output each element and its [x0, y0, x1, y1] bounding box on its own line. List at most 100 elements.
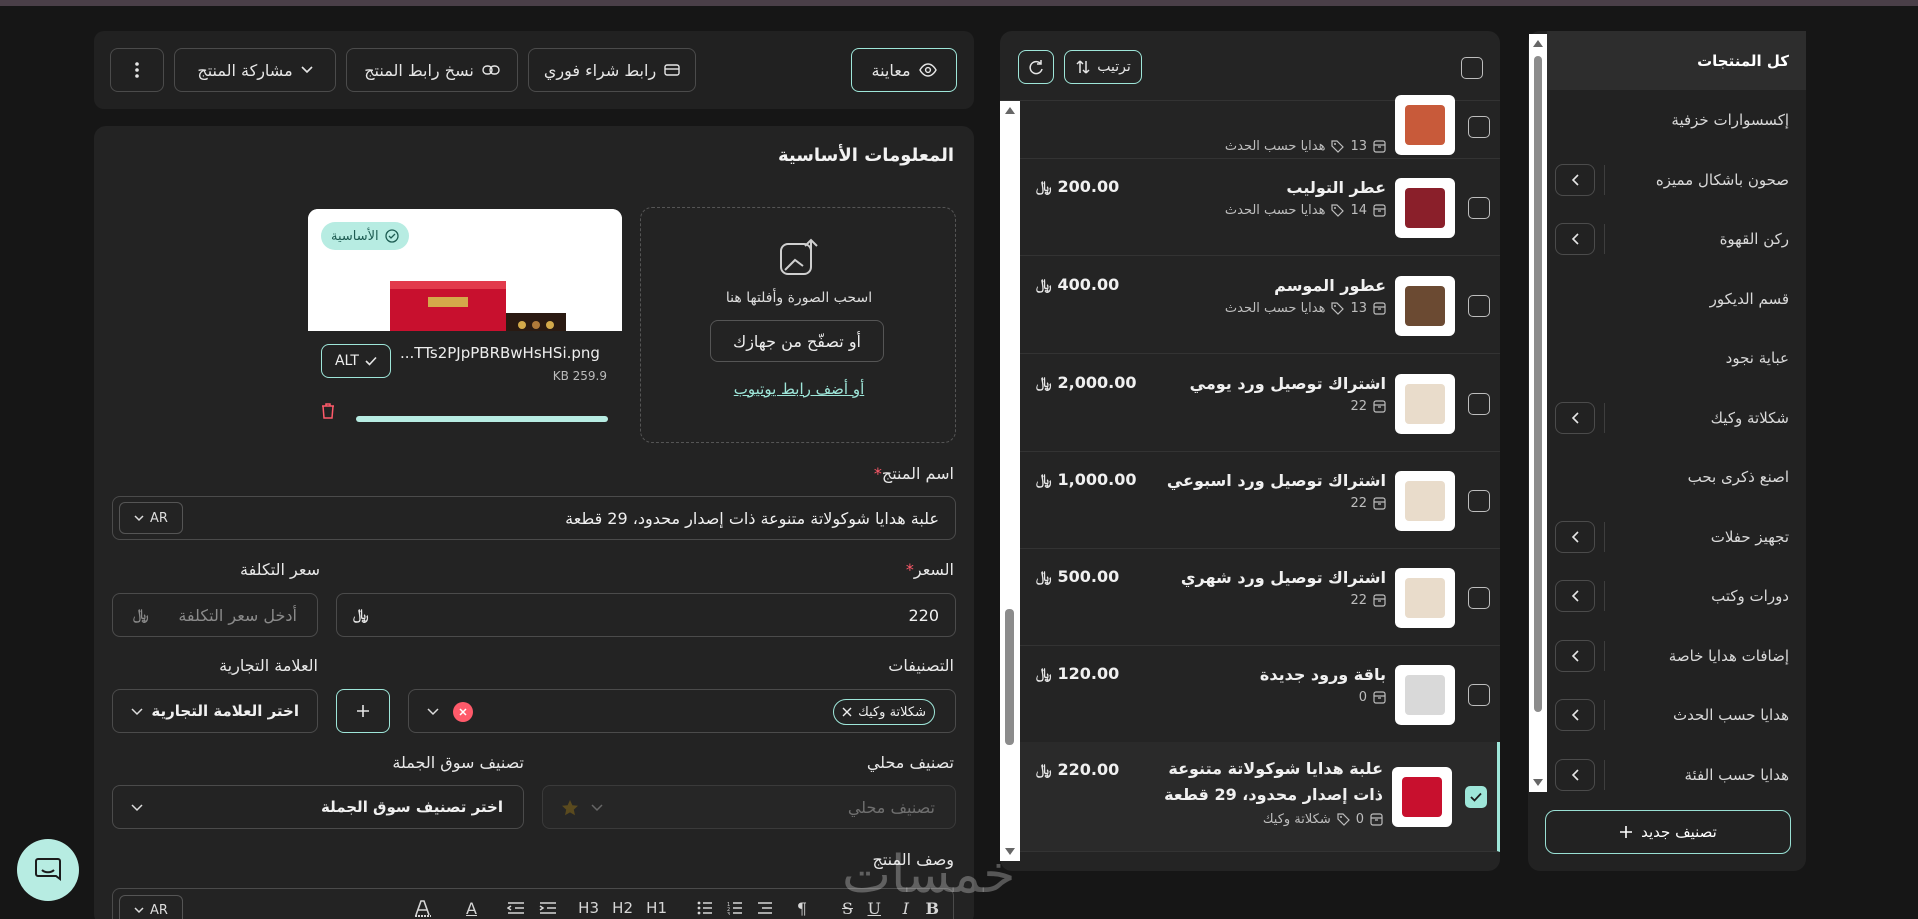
chevron-left-icon [1571, 649, 1579, 662]
support-chat-button[interactable] [17, 839, 79, 901]
product-checkbox[interactable] [1468, 392, 1490, 415]
image-dropzone[interactable]: اسحب الصورة وأفلتها هنا أو تصفّح من جهاز… [640, 207, 956, 443]
sidebar-item-category[interactable]: شكلاتة وكيك [1547, 388, 1806, 447]
select-all-checkbox[interactable] [1461, 57, 1483, 79]
categories-scrollbar[interactable] [1529, 34, 1547, 792]
local-category-select[interactable]: تصنيف محلي [542, 785, 956, 829]
bullet-list-icon[interactable] [697, 901, 713, 915]
scroll-up-arrow[interactable] [1005, 107, 1015, 114]
product-name-input[interactable]: علبة هدايا شوكولاتة متنوعة ذات إصدار محد… [112, 496, 956, 540]
brand-select[interactable]: اختر العلامة التجارية [112, 689, 318, 733]
product-thumbnail-fill [1405, 383, 1445, 424]
sidebar-item-category[interactable]: صحون باشكال مميزه [1547, 150, 1806, 209]
inventory-box-icon [1373, 691, 1386, 704]
sidebar-item-category[interactable]: إكسسوارات خزفية [1547, 91, 1806, 150]
product-quantity: 22 [1350, 593, 1367, 608]
inventory-box-icon [1373, 204, 1386, 217]
wholesale-category-value: اختر تصنيف سوق الجملة [320, 798, 503, 816]
copy-product-link-button[interactable]: نسخ رابط المنتج [346, 48, 518, 92]
product-row[interactable]: اشتراك توصيل ورد اسبوعي 22 ﷼ 1,000.00 [1020, 452, 1500, 549]
wholesale-category-select[interactable]: اختر تصنيف سوق الجملة [112, 785, 524, 829]
product-checkbox[interactable] [1468, 683, 1490, 706]
expand-category-button[interactable] [1555, 758, 1595, 791]
price-input[interactable]: 220 ﷼ [336, 593, 956, 637]
chip-remove-icon[interactable] [842, 707, 852, 717]
tag-icon [1331, 204, 1345, 217]
share-product-dropdown[interactable]: مشاركة المنتج [174, 48, 336, 92]
expand-category-button[interactable] [1555, 639, 1595, 672]
chevron-down-icon [301, 66, 313, 74]
heading-3-button[interactable]: H3 [578, 899, 599, 917]
heading-2-button[interactable]: H2 [612, 899, 633, 917]
product-image-preview[interactable]: الأساسية [308, 209, 622, 331]
sidebar-item-category[interactable]: دورات وكتب [1547, 567, 1806, 626]
trash-icon[interactable] [320, 402, 336, 420]
product-checkbox[interactable] [1468, 196, 1490, 219]
product-price: ﷼ 1,000.00 [1036, 470, 1136, 489]
expand-category-button[interactable] [1555, 580, 1595, 612]
categories-multiselect[interactable]: شكلاتة وكيك [408, 689, 956, 733]
product-checkbox[interactable] [1468, 116, 1490, 138]
language-selector[interactable]: AR [119, 502, 183, 534]
sidebar-item-category[interactable]: كل المنتجات [1547, 31, 1806, 90]
product-price-value: 2,000.00 [1057, 373, 1137, 392]
expand-category-button[interactable] [1555, 520, 1595, 553]
outdent-icon[interactable] [507, 901, 525, 915]
instant-buy-link-button[interactable]: رابط شراء فوري [528, 48, 696, 92]
browse-device-button[interactable]: أو تصفّح من جهازك [710, 320, 884, 362]
scroll-down-arrow[interactable] [1533, 779, 1543, 786]
product-checkbox[interactable] [1465, 786, 1487, 808]
product-price: ﷼ 120.00 [1036, 664, 1119, 683]
product-name: باقة ورود جديدة [1259, 665, 1386, 684]
expand-category-button[interactable] [1555, 223, 1595, 255]
highlight-icon[interactable] [413, 899, 433, 917]
more-options-button[interactable] [110, 48, 164, 92]
product-row[interactable]: اشتراك توصيل ورد شهري 22 ﷼ 500.00 [1020, 549, 1500, 646]
price-label-text: السعر [913, 560, 954, 579]
sidebar-item-category[interactable]: ركن القهوة [1547, 210, 1806, 269]
scroll-up-arrow[interactable] [1533, 40, 1543, 47]
align-right-icon[interactable] [757, 901, 773, 915]
numbered-list-icon[interactable]: 123 [727, 901, 743, 915]
products-scrollbar[interactable] [1000, 101, 1020, 861]
product-row[interactable]: علبة هدايا شوكولاتة متنوعة ذات إصدار محد… [1020, 742, 1500, 852]
heading-1-button[interactable]: H1 [646, 899, 667, 917]
clear-selection-icon[interactable] [453, 702, 473, 722]
expand-category-button[interactable] [1555, 699, 1595, 731]
add-category-button[interactable] [336, 689, 390, 733]
brand-value: اختر العلامة التجارية [151, 702, 299, 720]
indent-icon[interactable] [539, 901, 557, 915]
chevron-down-icon[interactable] [427, 708, 439, 716]
sidebar-item-category[interactable]: قسم الديكور [1547, 269, 1806, 328]
product-row[interactable]: عطر التوليب 14 هدايا حسب الحدث ﷼ 200.00 [1020, 159, 1500, 256]
add-youtube-link[interactable]: أو أضف رابط يوتيوب [641, 380, 957, 398]
product-checkbox[interactable] [1468, 294, 1490, 317]
preview-button[interactable]: معاينة [851, 48, 957, 92]
product-price: ﷼ 500.00 [1036, 567, 1119, 586]
expand-category-button[interactable] [1555, 401, 1595, 434]
scroll-thumb[interactable] [1534, 56, 1542, 712]
product-row[interactable]: اشتراك توصيل ورد يومي 22 ﷼ 2,000.00 [1020, 355, 1500, 452]
product-row[interactable]: باقة ورود جديدة 0 ﷼ 120.00 [1020, 646, 1500, 743]
product-row[interactable]: عطور الموسم 13 هدايا حسب الحدث ﷼ 400.00 [1020, 257, 1500, 354]
sidebar-item-category[interactable]: اصنع ذكرى بحب [1547, 448, 1806, 507]
product-row[interactable]: 13 هدايا حسب الحدث [1020, 95, 1500, 159]
sidebar-item-category[interactable]: تجهيز حفلات [1547, 507, 1806, 566]
text-color-button[interactable]: A [466, 899, 477, 918]
sort-button[interactable]: ترتيب [1064, 50, 1142, 84]
new-category-button[interactable]: تصنيف جديد [1545, 810, 1791, 854]
product-checkbox[interactable] [1468, 489, 1490, 512]
product-checkbox[interactable] [1468, 586, 1490, 609]
sidebar-item-category[interactable]: هدايا حسب الفئة [1547, 745, 1806, 804]
description-language-selector[interactable]: AR [119, 895, 183, 919]
sidebar-item-category[interactable]: عباية نجود [1547, 329, 1806, 388]
sidebar-item-category[interactable]: هدايا حسب الحدث [1547, 686, 1806, 745]
sidebar-item-category[interactable]: إضافات هدايا خاصة [1547, 626, 1806, 685]
expand-category-button[interactable] [1555, 163, 1595, 196]
refresh-button[interactable] [1018, 50, 1054, 84]
alt-text-button[interactable]: ALT [321, 344, 391, 378]
chevron-left-icon [1571, 530, 1579, 543]
paragraph-button[interactable]: ¶ [797, 899, 807, 918]
cost-price-input[interactable]: أدخل سعر التكلفة ﷼ [112, 593, 318, 637]
scroll-thumb[interactable] [1005, 609, 1014, 745]
